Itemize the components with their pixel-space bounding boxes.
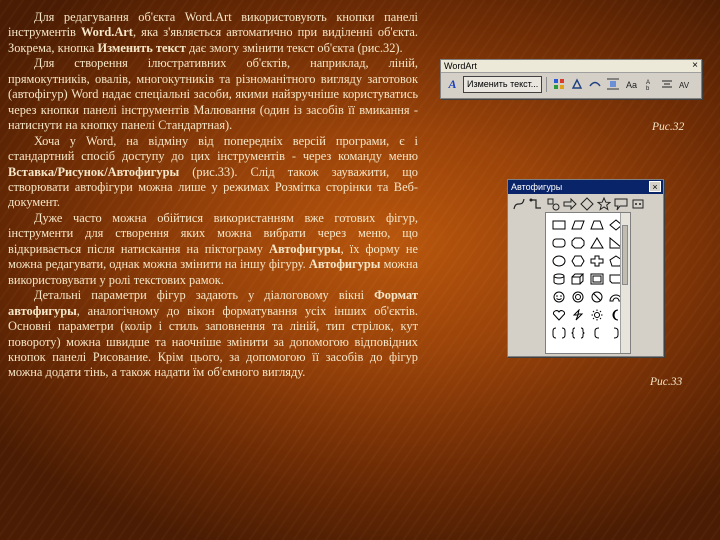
body-text: Для редагування об'єкта Word.Art викорис… [8,10,418,381]
bold-term: Автофигуры [269,241,341,256]
basic-shapes-icon[interactable] [546,197,560,211]
text-run: дає змогу змінити текст об'єкта (рис.32)… [185,40,403,55]
oval-shape[interactable] [550,253,567,269]
spacing-icon[interactable]: AV [677,77,693,92]
bold-term: Word.Art [80,25,133,40]
cube-shape[interactable] [569,271,586,287]
autoshapes-title: Автофигуры [511,182,563,192]
block-arrows-icon[interactable] [563,197,577,211]
wordart-toolbar-title: WordArt [444,61,477,71]
text-run: Хоча у Word, на відміну від попередніх в… [8,133,418,164]
shapes-grid [550,217,624,341]
svg-text:AV: AV [679,81,690,90]
text-run: Детальні параметри фігур задають у діало… [34,288,375,303]
double-brace-shape[interactable] [569,325,586,341]
shape-icon[interactable] [587,77,603,92]
callouts-icon[interactable] [614,197,628,211]
edit-text-button[interactable]: Изменить текст... [463,75,543,93]
paragraph: Для створення ілюстративних об'єктів, на… [8,56,418,133]
wordart-toolbar-titlebar[interactable]: WordArt × [441,60,701,73]
parallelogram-shape[interactable] [569,217,586,233]
paragraph: Хоча у Word, на відміну від попередніх в… [8,134,418,211]
trapezoid-shape[interactable] [588,217,605,233]
text-run: Для створення ілюстративних об'єктів, на… [8,56,418,133]
heart-shape[interactable] [550,307,567,323]
rounded-rectangle-shape[interactable] [550,235,567,251]
paragraph: Для редагування об'єкта Word.Art викорис… [8,10,418,56]
wordart-toolbar: WordArt × A Изменить текст... Aa Ab AV [440,59,702,99]
paragraph: Дуже часто можна обійтися використанням … [8,211,418,288]
donut-shape[interactable] [569,289,586,305]
bold-term: Вставка/Рисунок/Автофигуры [8,164,180,179]
figure-caption-33: Рис.33 [650,376,683,388]
left-bracket-shape[interactable] [588,325,605,341]
vertical-text-icon[interactable]: Ab [641,77,657,92]
can-shape[interactable] [550,271,567,287]
octagon-shape[interactable] [569,235,586,251]
no-symbol-shape[interactable] [588,289,605,305]
bold-term: Изменить текст [97,40,186,55]
align-icon[interactable] [659,77,675,92]
same-height-icon[interactable]: Aa [623,77,639,92]
category-row [508,194,663,213]
shapes-scrollbar[interactable] [620,213,630,353]
autoshapes-titlebar[interactable]: Автофигуры × [508,180,663,194]
stars-icon[interactable] [596,196,612,211]
toolbar-separator [546,76,548,92]
close-icon[interactable]: × [649,181,661,192]
gallery-icon[interactable] [551,77,567,92]
connectors-icon[interactable] [529,197,543,211]
smiley-face-shape[interactable] [550,289,567,305]
figure-caption-32: Рис.32 [652,121,685,133]
more-icon[interactable] [631,197,645,211]
cross-shape[interactable] [588,253,605,269]
close-icon[interactable]: × [692,60,698,72]
flowchart-icon[interactable] [580,197,594,211]
autoshapes-palette: Автофигуры × [507,179,664,357]
plaque-shape[interactable] [588,271,605,287]
sun-shape[interactable] [588,307,605,323]
scrollbar-thumb[interactable] [622,225,628,285]
lightning-bolt-shape[interactable] [569,307,586,323]
shapes-panel [545,212,631,354]
double-bracket-shape[interactable] [550,325,567,341]
svg-text:Aa: Aa [626,80,637,90]
format-icon[interactable] [569,77,585,92]
rectangle-shape[interactable] [550,217,567,233]
lines-icon[interactable] [512,197,526,211]
paragraph: Детальні параметри фігур задають у діало… [8,288,418,381]
triangle-shape[interactable] [588,235,605,251]
wrap-icon[interactable] [605,77,621,92]
hexagon-shape[interactable] [569,253,586,269]
bold-term: Автофигуры [308,257,381,272]
wordart-insert-icon[interactable]: A [444,76,461,92]
svg-text:b: b [646,86,650,90]
